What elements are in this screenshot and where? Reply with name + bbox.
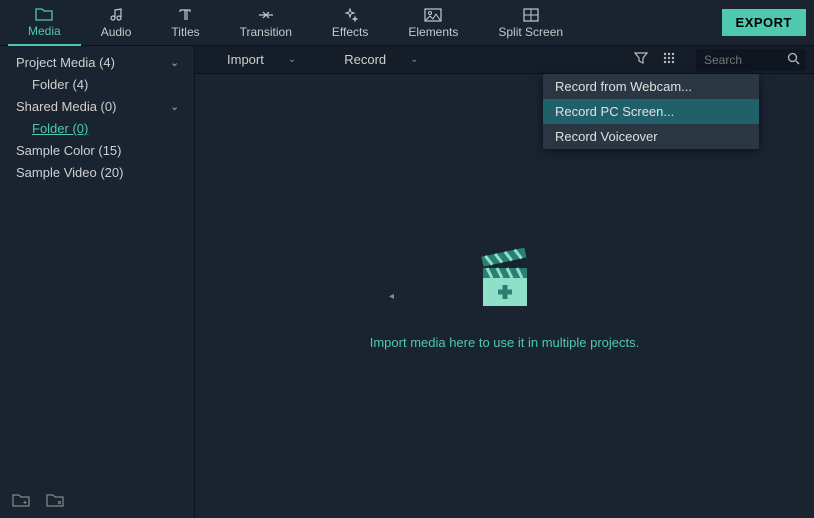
new-folder-button[interactable] <box>12 493 30 510</box>
music-icon <box>108 7 124 23</box>
tree-label: Sample Video (20) <box>16 164 184 182</box>
content-toolbar: Import ⌄ Record ⌄ <box>195 46 814 74</box>
delete-folder-button[interactable] <box>46 493 64 510</box>
folder-icon <box>35 6 53 22</box>
tab-label: Elements <box>408 25 458 39</box>
record-menu: Record from Webcam... Record PC Screen..… <box>543 74 759 149</box>
tree-item-folder[interactable]: Folder (4) <box>0 74 194 96</box>
clapperboard-icon <box>469 242 541 317</box>
tree-item-sample-video[interactable]: Sample Video (20) <box>0 162 194 184</box>
tree-label: Shared Media (0) <box>16 98 170 116</box>
content-area: Import ⌄ Record ⌄ <box>195 46 814 518</box>
import-hint-text: Import media here to use it in multiple … <box>370 335 640 350</box>
tree-label: Sample Color (15) <box>16 142 184 160</box>
tree-label: Folder (4) <box>32 76 184 94</box>
chevron-down-icon: ⌄ <box>288 54 296 65</box>
top-tabbar: Media Audio Titles Transition Effects El… <box>0 0 814 46</box>
image-icon <box>424 7 442 23</box>
sidebar: Project Media (4) ⌄ Folder (4) Shared Me… <box>0 46 195 518</box>
text-icon <box>178 7 194 23</box>
record-dropdown[interactable]: Record ⌄ <box>320 52 442 67</box>
tab-effects[interactable]: Effects <box>312 0 388 46</box>
record-pc-screen-item[interactable]: Record PC Screen... <box>543 99 759 124</box>
tab-label: Split Screen <box>498 25 563 39</box>
tab-audio[interactable]: Audio <box>81 0 152 46</box>
chevron-down-icon[interactable]: ⌄ <box>170 54 184 72</box>
record-voiceover-item[interactable]: Record Voiceover <box>543 124 759 149</box>
tab-titles[interactable]: Titles <box>151 0 219 46</box>
tree-item-folder-selected[interactable]: Folder (0) <box>0 118 194 140</box>
tab-label: Audio <box>101 25 132 39</box>
record-webcam-item[interactable]: Record from Webcam... <box>543 74 759 99</box>
grid-view-icon[interactable] <box>662 51 676 68</box>
import-label: Import <box>227 52 264 67</box>
search-input[interactable] <box>696 49 806 71</box>
tree-item-shared-media[interactable]: Shared Media (0) ⌄ <box>0 96 194 118</box>
tab-splitscreen[interactable]: Split Screen <box>478 0 583 46</box>
tree-item-sample-color[interactable]: Sample Color (15) <box>0 140 194 162</box>
search-wrap <box>696 49 806 71</box>
tab-label: Titles <box>171 25 199 39</box>
filter-icon[interactable] <box>634 51 648 68</box>
chevron-down-icon[interactable]: ⌄ <box>170 98 184 116</box>
media-tree: Project Media (4) ⌄ Folder (4) Shared Me… <box>0 46 194 190</box>
transition-icon <box>257 7 275 23</box>
tab-label: Media <box>28 24 61 38</box>
tab-label: Transition <box>240 25 292 39</box>
grid-icon <box>523 7 539 23</box>
export-button[interactable]: EXPORT <box>722 9 806 36</box>
tree-label: Project Media (4) <box>16 54 170 72</box>
import-dropdown[interactable]: Import ⌄ <box>203 52 320 67</box>
tab-transition[interactable]: Transition <box>220 0 312 46</box>
tree-label: Folder (0) <box>32 120 184 138</box>
tab-label: Effects <box>332 25 368 39</box>
tab-elements[interactable]: Elements <box>388 0 478 46</box>
sparkle-icon <box>342 7 358 23</box>
chevron-down-icon: ⌄ <box>410 54 418 65</box>
sidebar-collapse-handle[interactable]: ◂ <box>389 282 395 310</box>
record-label: Record <box>344 52 386 67</box>
tab-media[interactable]: Media <box>8 0 81 46</box>
tree-item-project-media[interactable]: Project Media (4) ⌄ <box>0 52 194 74</box>
